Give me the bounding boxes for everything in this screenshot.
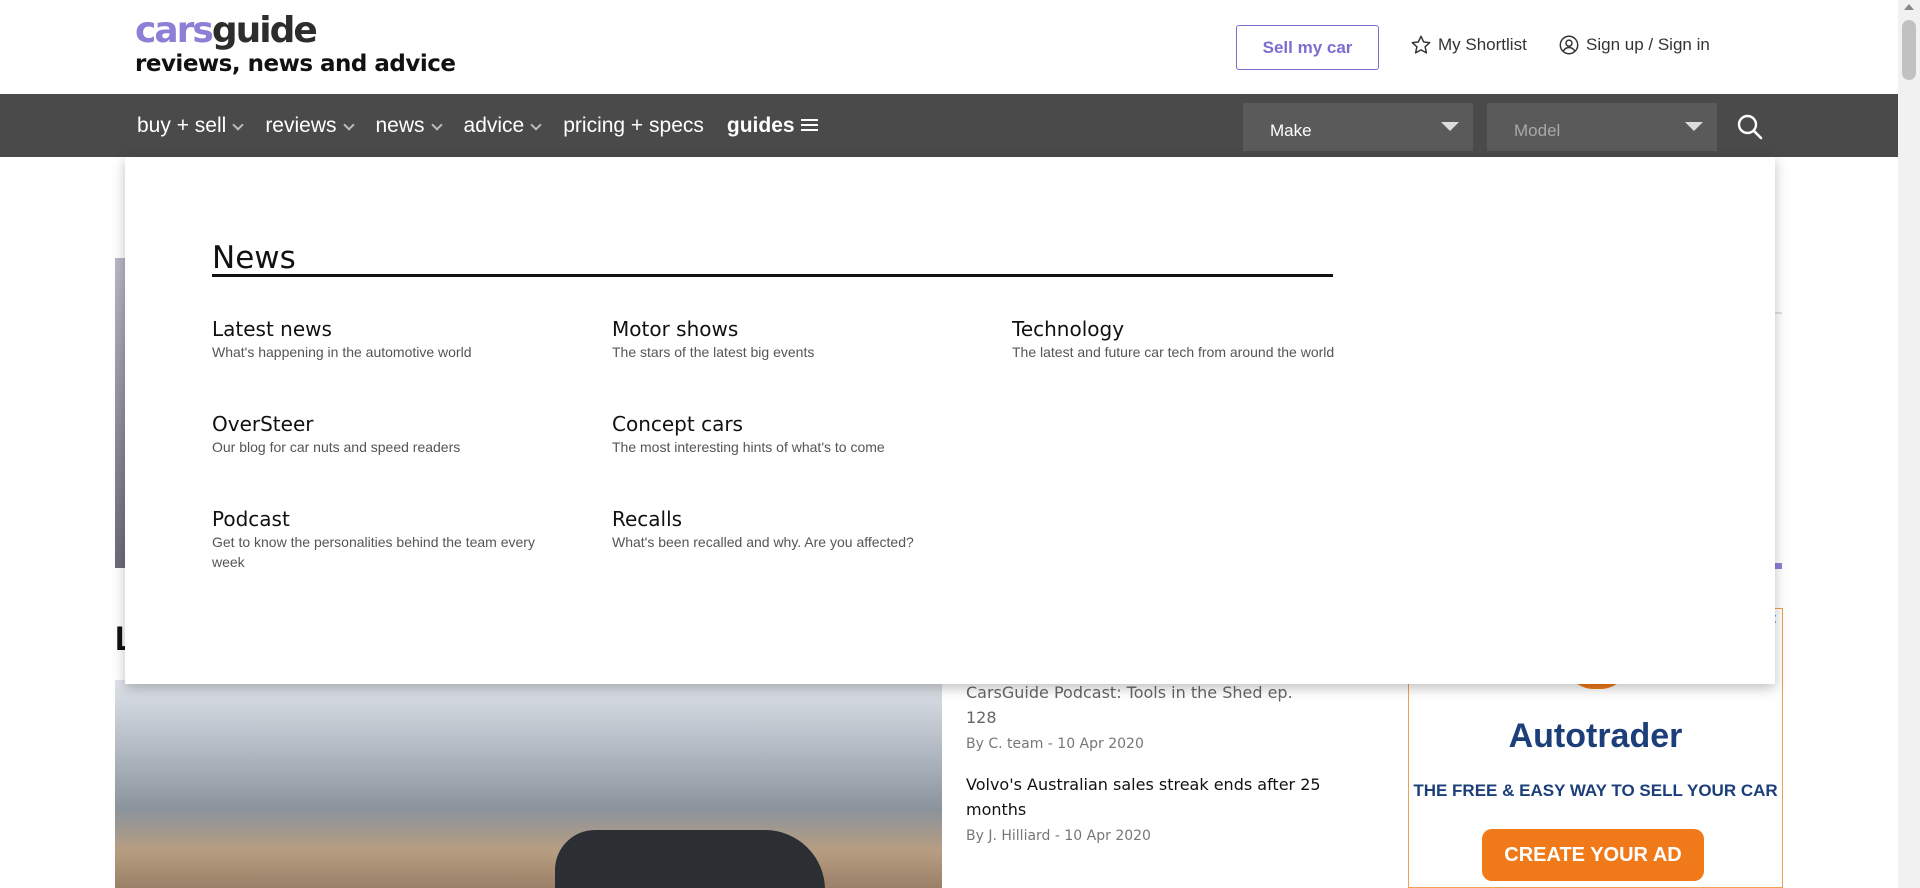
car-silhouette [555,830,825,888]
nav-item-guides[interactable]: guides [727,114,818,138]
nav-label: buy + sell [137,113,227,137]
mega-item-label[interactable]: Latest news [212,317,542,341]
scrollbar-thumb[interactable] [1902,20,1916,80]
mega-item-label[interactable]: Recalls [612,507,942,531]
mega-item-desc: The most interesting hints of what's to … [612,439,885,455]
create-ad-button[interactable]: CREATE YOUR AD [1482,829,1704,881]
article-title[interactable]: CarsGuide Podcast: Tools in the Shed ep.… [966,680,1326,730]
mega-item-label[interactable]: Motor shows [612,317,942,341]
article-meta: By C. team - 10 Apr 2020 [966,736,1144,752]
article-meta: By J. Hilliard - 10 Apr 2020 [966,828,1151,844]
mega-item-recalls[interactable]: Recalls What's been recalled and why. Ar… [612,507,942,552]
mega-menu-divider [212,274,1333,277]
carsguide-logo[interactable]: carsguide reviews, news and advice [135,12,456,78]
article-title[interactable]: Volvo's Australian sales streak ends aft… [966,772,1326,822]
mega-item-motor-shows[interactable]: Motor shows The stars of the latest big … [612,317,942,362]
mega-item-podcast[interactable]: Podcast Get to know the personalities be… [212,507,542,572]
mega-item-desc: The latest and future car tech from arou… [1012,344,1335,360]
user-icon [1559,35,1579,55]
ad-tagline: THE FREE & EASY WAY TO SELL YOUR CAR [1413,781,1778,800]
logo-wordmark: carsguide [135,12,455,50]
shortlist-label: My Shortlist [1438,35,1527,54]
signin-label: Sign up / Sign in [1586,35,1710,54]
mega-item-oversteer[interactable]: OverSteer Our blog for car nuts and spee… [212,412,542,457]
chevron-down-icon [430,118,443,131]
nav-label: reviews [265,113,337,137]
mega-item-label[interactable]: Technology [1012,317,1342,341]
mega-item-concept-cars[interactable]: Concept cars The most interesting hints … [612,412,942,457]
featured-article-image[interactable] [115,680,942,888]
ad-brand: Autotrader [1508,717,1683,755]
nav-item-advice[interactable]: advice [463,113,542,138]
make-select-value: Make [1270,121,1312,140]
chevron-down-icon [232,118,244,131]
model-select-value: Model [1514,121,1561,140]
nav-item-buy-sell[interactable]: buy + sell [137,113,244,138]
chevron-down-icon [530,118,542,131]
news-mega-menu: News Latest news What's happening in the… [125,157,1775,684]
mega-item-technology[interactable]: Technology The latest and future car tec… [1012,317,1342,362]
caret-down-icon [1441,122,1459,131]
mega-item-desc: The stars of the latest big events [612,344,815,360]
site-header: carsguide reviews, news and advice Sell … [0,0,1898,94]
scroll-up-icon[interactable] [1904,4,1914,10]
mega-item-desc: What's been recalled and why. Are you af… [612,534,914,550]
search-icon[interactable] [1736,113,1764,141]
nav-label: news [375,113,425,137]
hamburger-icon [800,119,818,132]
nav-item-pricing-specs[interactable]: pricing + specs [563,114,704,138]
logo-tagline: reviews, news and advice [135,51,456,77]
mega-item-desc: Our blog for car nuts and speed readers [212,439,461,455]
mega-menu-title: News [212,240,296,276]
chevron-down-icon [342,118,355,131]
mega-item-label[interactable]: OverSteer [212,412,542,436]
article-item[interactable]: Volvo's Australian sales streak ends aft… [966,772,1326,844]
nav-label: advice [463,113,525,137]
my-shortlist-link[interactable]: My Shortlist [1410,34,1527,56]
nav-label: pricing + specs [563,113,704,137]
sign-in-link[interactable]: Sign up / Sign in [1558,34,1710,56]
page-scrollbar[interactable] [1898,0,1920,888]
star-icon [1411,35,1431,54]
mega-item-desc: Get to know the personalities behind the… [212,534,535,570]
mega-item-label[interactable]: Concept cars [612,412,942,436]
model-select[interactable]: Model [1487,103,1717,151]
caret-down-icon [1685,122,1703,131]
article-item[interactable]: CarsGuide Podcast: Tools in the Shed ep.… [966,680,1326,752]
nav-label: guides [726,113,795,137]
mega-item-label[interactable]: Podcast [212,507,542,531]
nav-item-reviews[interactable]: reviews [265,113,355,138]
make-select[interactable]: Make [1243,103,1473,151]
nav-item-news[interactable]: news [375,113,443,138]
logo-cars: cars [135,10,214,51]
mega-item-desc: What's happening in the automotive world [212,344,472,360]
logo-guide: guide [211,10,318,51]
mega-item-latest-news[interactable]: Latest news What's happening in the auto… [212,317,542,362]
nav-menu: buy + sell reviews news advice pricing +… [137,94,841,157]
sell-my-car-button[interactable]: Sell my car [1236,25,1379,70]
